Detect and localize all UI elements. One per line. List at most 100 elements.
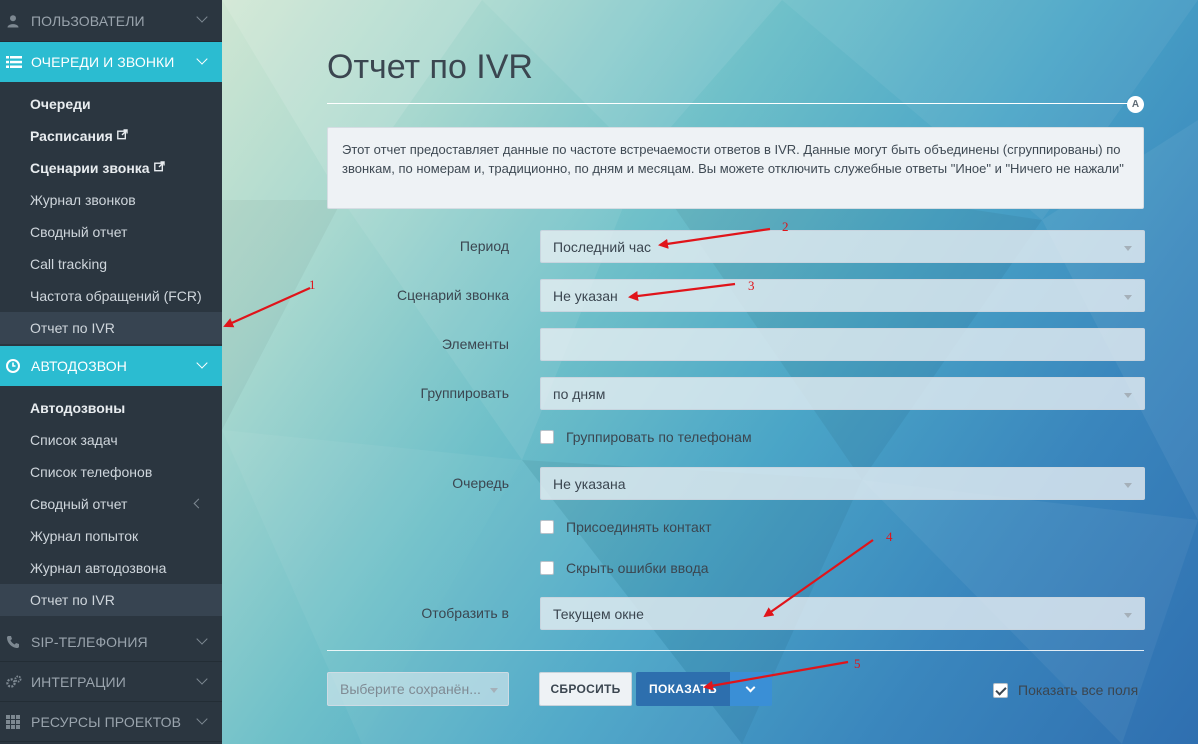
- saved-reports-placeholder: Выберите сохранён...: [340, 681, 481, 697]
- sidebar-item-label: Сценарии звонка: [30, 160, 150, 176]
- chevron-down-icon: [196, 633, 208, 645]
- sidebar-section-label: РЕСУРСЫ ПРОЕКТОВ: [31, 713, 182, 730]
- sidebar-section-label: ПОЛЬЗОВАТЕЛИ: [31, 12, 145, 29]
- grid-icon: [6, 714, 20, 729]
- cogs-icon: [6, 675, 22, 689]
- user-icon: [6, 14, 20, 28]
- queue-select[interactable]: Не указана: [540, 467, 1145, 500]
- phone-icon: [6, 635, 20, 649]
- group-by-phone-option: Группировать по телефонам: [540, 429, 752, 445]
- clock-icon: [6, 359, 20, 373]
- display-select[interactable]: Текущем окне: [540, 597, 1145, 630]
- sidebar-item-ivr-report[interactable]: Отчет по IVR: [0, 312, 222, 344]
- sidebar-section-autodial[interactable]: АВТОДОЗВОН: [0, 346, 222, 386]
- queue-select-value: Не указана: [553, 475, 626, 492]
- sidebar-item-label: Очереди: [30, 96, 91, 112]
- sidebar: ПОЛЬЗОВАТЕЛИ ОЧЕРЕДИ И ЗВОНКИ Очереди Ра…: [0, 0, 222, 744]
- group-select[interactable]: по дням: [540, 377, 1145, 410]
- sidebar-item-summary-report[interactable]: Сводный отчет: [0, 216, 222, 248]
- queue-label: Очередь: [452, 475, 509, 491]
- sidebar-item-label: Журнал звонков: [30, 192, 136, 208]
- hide-errors-checkbox[interactable]: [540, 561, 554, 575]
- list-icon: [6, 55, 22, 69]
- sidebar-item-call-scenarios[interactable]: Сценарии звонка: [0, 152, 222, 184]
- autodial-submenu: Автодозвоны Список задач Список телефоно…: [0, 386, 222, 618]
- sidebar-section-label: ИНТЕГРАЦИИ: [31, 673, 126, 690]
- sidebar-item-schedules[interactable]: Расписания: [0, 120, 222, 152]
- sidebar-item-label: Отчет по IVR: [30, 592, 115, 608]
- chevron-down-icon: [196, 713, 208, 725]
- period-select[interactable]: Последний час: [540, 230, 1145, 263]
- caret-down-icon: [1124, 393, 1132, 398]
- scenario-label: Сценарий звонка: [396, 287, 509, 303]
- sidebar-section-label: АВТОДОЗВОН: [31, 358, 127, 374]
- report-description: Этот отчет предоставляет данные по часто…: [327, 127, 1144, 209]
- sidebar-section-users[interactable]: ПОЛЬЗОВАТЕЛИ: [0, 0, 222, 42]
- scenario-select[interactable]: Не указан: [540, 279, 1145, 312]
- show-all-fields-checkbox[interactable]: [993, 682, 1008, 698]
- sidebar-section-integrations[interactable]: ИНТЕГРАЦИИ: [0, 662, 222, 702]
- sidebar-item-label: Журнал автодозвона: [30, 560, 167, 576]
- attach-contact-checkbox[interactable]: [540, 520, 554, 534]
- hide-errors-option: Скрыть ошибки ввода: [540, 560, 709, 576]
- external-link-icon: [116, 129, 128, 143]
- caret-down-icon: [1124, 613, 1132, 618]
- display-label: Отобразить в: [421, 605, 509, 621]
- group-select-value: по дням: [553, 385, 606, 402]
- sidebar-item-label: Сводный отчет: [30, 224, 128, 240]
- sidebar-item-fcr[interactable]: Частота обращений (FCR): [0, 280, 222, 312]
- external-link-icon: [153, 161, 165, 175]
- sidebar-item-label: Список телефонов: [30, 464, 153, 480]
- sidebar-item-task-list[interactable]: Список задач: [0, 424, 222, 456]
- group-by-phone-checkbox[interactable]: [540, 430, 554, 444]
- attach-contact-option: Присоединять контакт: [540, 519, 712, 535]
- period-select-value: Последний час: [553, 238, 652, 255]
- main-content: Отчет по IVR A Этот отчет предоставляет …: [222, 0, 1198, 744]
- caret-down-icon: [490, 688, 498, 693]
- queues-submenu: Очереди Расписания Сценарии звонка Журна…: [0, 82, 222, 346]
- page-title: Отчет по IVR: [327, 48, 533, 86]
- sidebar-item-queues[interactable]: Очереди: [0, 88, 222, 120]
- saved-reports-select[interactable]: Выберите сохранён...: [327, 672, 509, 706]
- chevron-down-icon: [196, 11, 208, 23]
- sidebar-item-label: Список задач: [30, 432, 118, 448]
- sidebar-item-label: Call tracking: [30, 256, 108, 272]
- reset-button[interactable]: СБРОСИТЬ: [539, 672, 632, 706]
- caret-down-icon: [1124, 246, 1132, 251]
- attach-contact-label: Присоединять контакт: [566, 519, 712, 535]
- sidebar-section-label: ОЧЕРЕДИ И ЗВОНКИ: [31, 54, 175, 70]
- help-badge[interactable]: A: [1127, 96, 1144, 113]
- chevron-down-icon: [196, 53, 208, 65]
- sidebar-item-autodial-summary[interactable]: Сводный отчет: [0, 488, 222, 520]
- sidebar-item-phone-list[interactable]: Список телефонов: [0, 456, 222, 488]
- group-label: Группировать: [420, 385, 509, 401]
- sidebar-item-label: Автодозвоны: [30, 400, 126, 416]
- show-all-fields-option: Показать все поля: [993, 682, 1138, 698]
- sidebar-section-queues[interactable]: ОЧЕРЕДИ И ЗВОНКИ: [0, 42, 222, 82]
- scenario-select-value: Не указан: [553, 287, 618, 304]
- show-options-dropdown-button[interactable]: [730, 672, 772, 706]
- sidebar-item-label: Журнал попыток: [30, 528, 139, 544]
- sidebar-section-sip[interactable]: SIP-ТЕЛЕФОНИЯ: [0, 622, 222, 662]
- sidebar-section-resources[interactable]: РЕСУРСЫ ПРОЕКТОВ: [0, 702, 222, 742]
- sidebar-item-call-tracking[interactable]: Call tracking: [0, 248, 222, 280]
- sidebar-item-call-log[interactable]: Журнал звонков: [0, 184, 222, 216]
- sidebar-item-autodial-log[interactable]: Журнал автодозвона: [0, 552, 222, 584]
- sidebar-item-attempts-log[interactable]: Журнал попыток: [0, 520, 222, 552]
- elements-label: Элементы: [441, 336, 509, 352]
- elements-input[interactable]: [540, 328, 1145, 361]
- chevron-left-icon: [193, 498, 204, 509]
- caret-down-icon: [1124, 483, 1132, 488]
- display-select-value: Текущем окне: [553, 605, 644, 622]
- sidebar-item-label: Расписания: [30, 128, 113, 144]
- caret-down-icon: [1124, 295, 1132, 300]
- actions-divider: [327, 650, 1144, 651]
- chevron-down-icon: [196, 357, 208, 369]
- sidebar-item-autodials[interactable]: Автодозвоны: [0, 392, 222, 424]
- show-button[interactable]: ПОКАЗАТЬ: [636, 672, 730, 706]
- chevron-down-icon: [196, 673, 208, 685]
- sidebar-item-label: Частота обращений (FCR): [30, 288, 202, 304]
- group-by-phone-label: Группировать по телефонам: [566, 429, 752, 445]
- sidebar-item-label: Отчет по IVR: [30, 320, 115, 336]
- sidebar-item-autodial-ivr-report[interactable]: Отчет по IVR: [0, 584, 222, 616]
